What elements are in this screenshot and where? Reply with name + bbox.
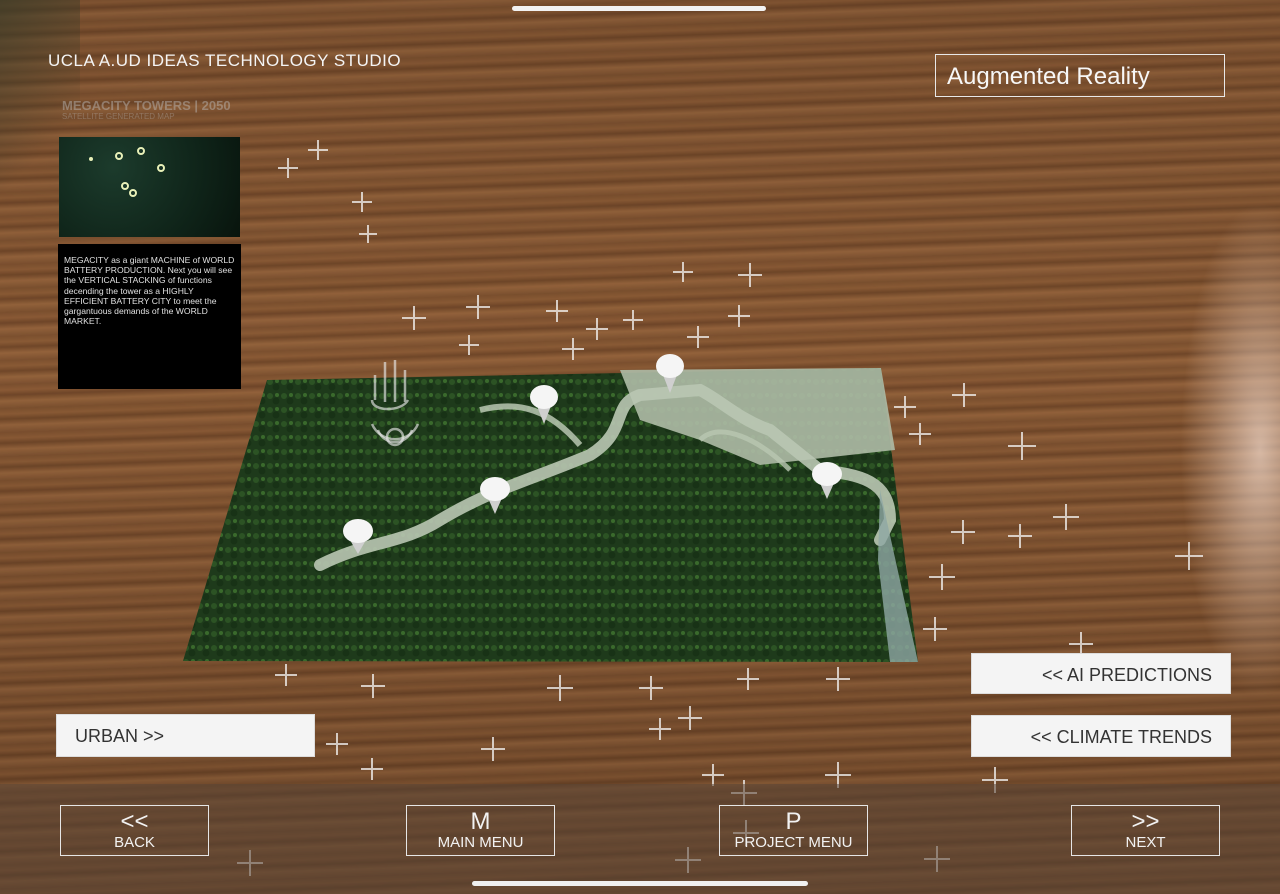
next-symbol: >>: [1131, 808, 1160, 835]
finger-glare: [1180, 200, 1280, 700]
map-pins[interactable]: [343, 354, 842, 554]
map-thumbnail: [59, 137, 240, 237]
studio-title: UCLA A.UD IDEAS TECHNOLOGY STUDIO: [48, 51, 402, 70]
ar-scene: [183, 140, 1203, 876]
ai-predictions-button[interactable]: << AI PREDICTIONS: [971, 653, 1231, 694]
project-menu-symbol: P: [785, 808, 802, 835]
urban-button[interactable]: URBAN >>: [56, 714, 315, 757]
main-menu-button[interactable]: M MAIN MENU: [406, 805, 555, 856]
back-symbol: <<: [120, 808, 149, 835]
map-pin-icon: [530, 385, 558, 424]
main-menu-label: MAIN MENU: [437, 834, 524, 851]
next-button[interactable]: >> NEXT: [1071, 805, 1220, 856]
map-pin-icon: [480, 477, 510, 514]
top-indicator: [512, 6, 766, 11]
back-label: BACK: [114, 834, 155, 851]
map-pin-icon: [656, 354, 684, 393]
next-label: NEXT: [1125, 834, 1166, 851]
faded-subtitle: SATELLITE GENERATED MAP: [62, 112, 175, 121]
project-menu-button[interactable]: P PROJECT MENU: [719, 805, 868, 856]
home-indicator[interactable]: [472, 881, 808, 886]
mode-label: Augmented Reality: [935, 54, 1225, 97]
plus-markers: [237, 140, 1203, 876]
tap-gesture-icon: [370, 360, 420, 447]
back-button[interactable]: << BACK: [60, 805, 209, 856]
satellite-map-plane: [183, 368, 918, 662]
faded-title: MEGACITY TOWERS | 2050: [62, 98, 231, 113]
map-pin-icon: [812, 462, 842, 499]
map-pin-icon: [343, 519, 373, 554]
info-panel: MEGACITY as a giant MACHINE of WORLD BAT…: [58, 244, 241, 389]
project-menu-label: PROJECT MENU: [734, 834, 853, 851]
main-menu-symbol: M: [470, 808, 491, 835]
climate-trends-button[interactable]: << CLIMATE TRENDS: [971, 715, 1231, 757]
